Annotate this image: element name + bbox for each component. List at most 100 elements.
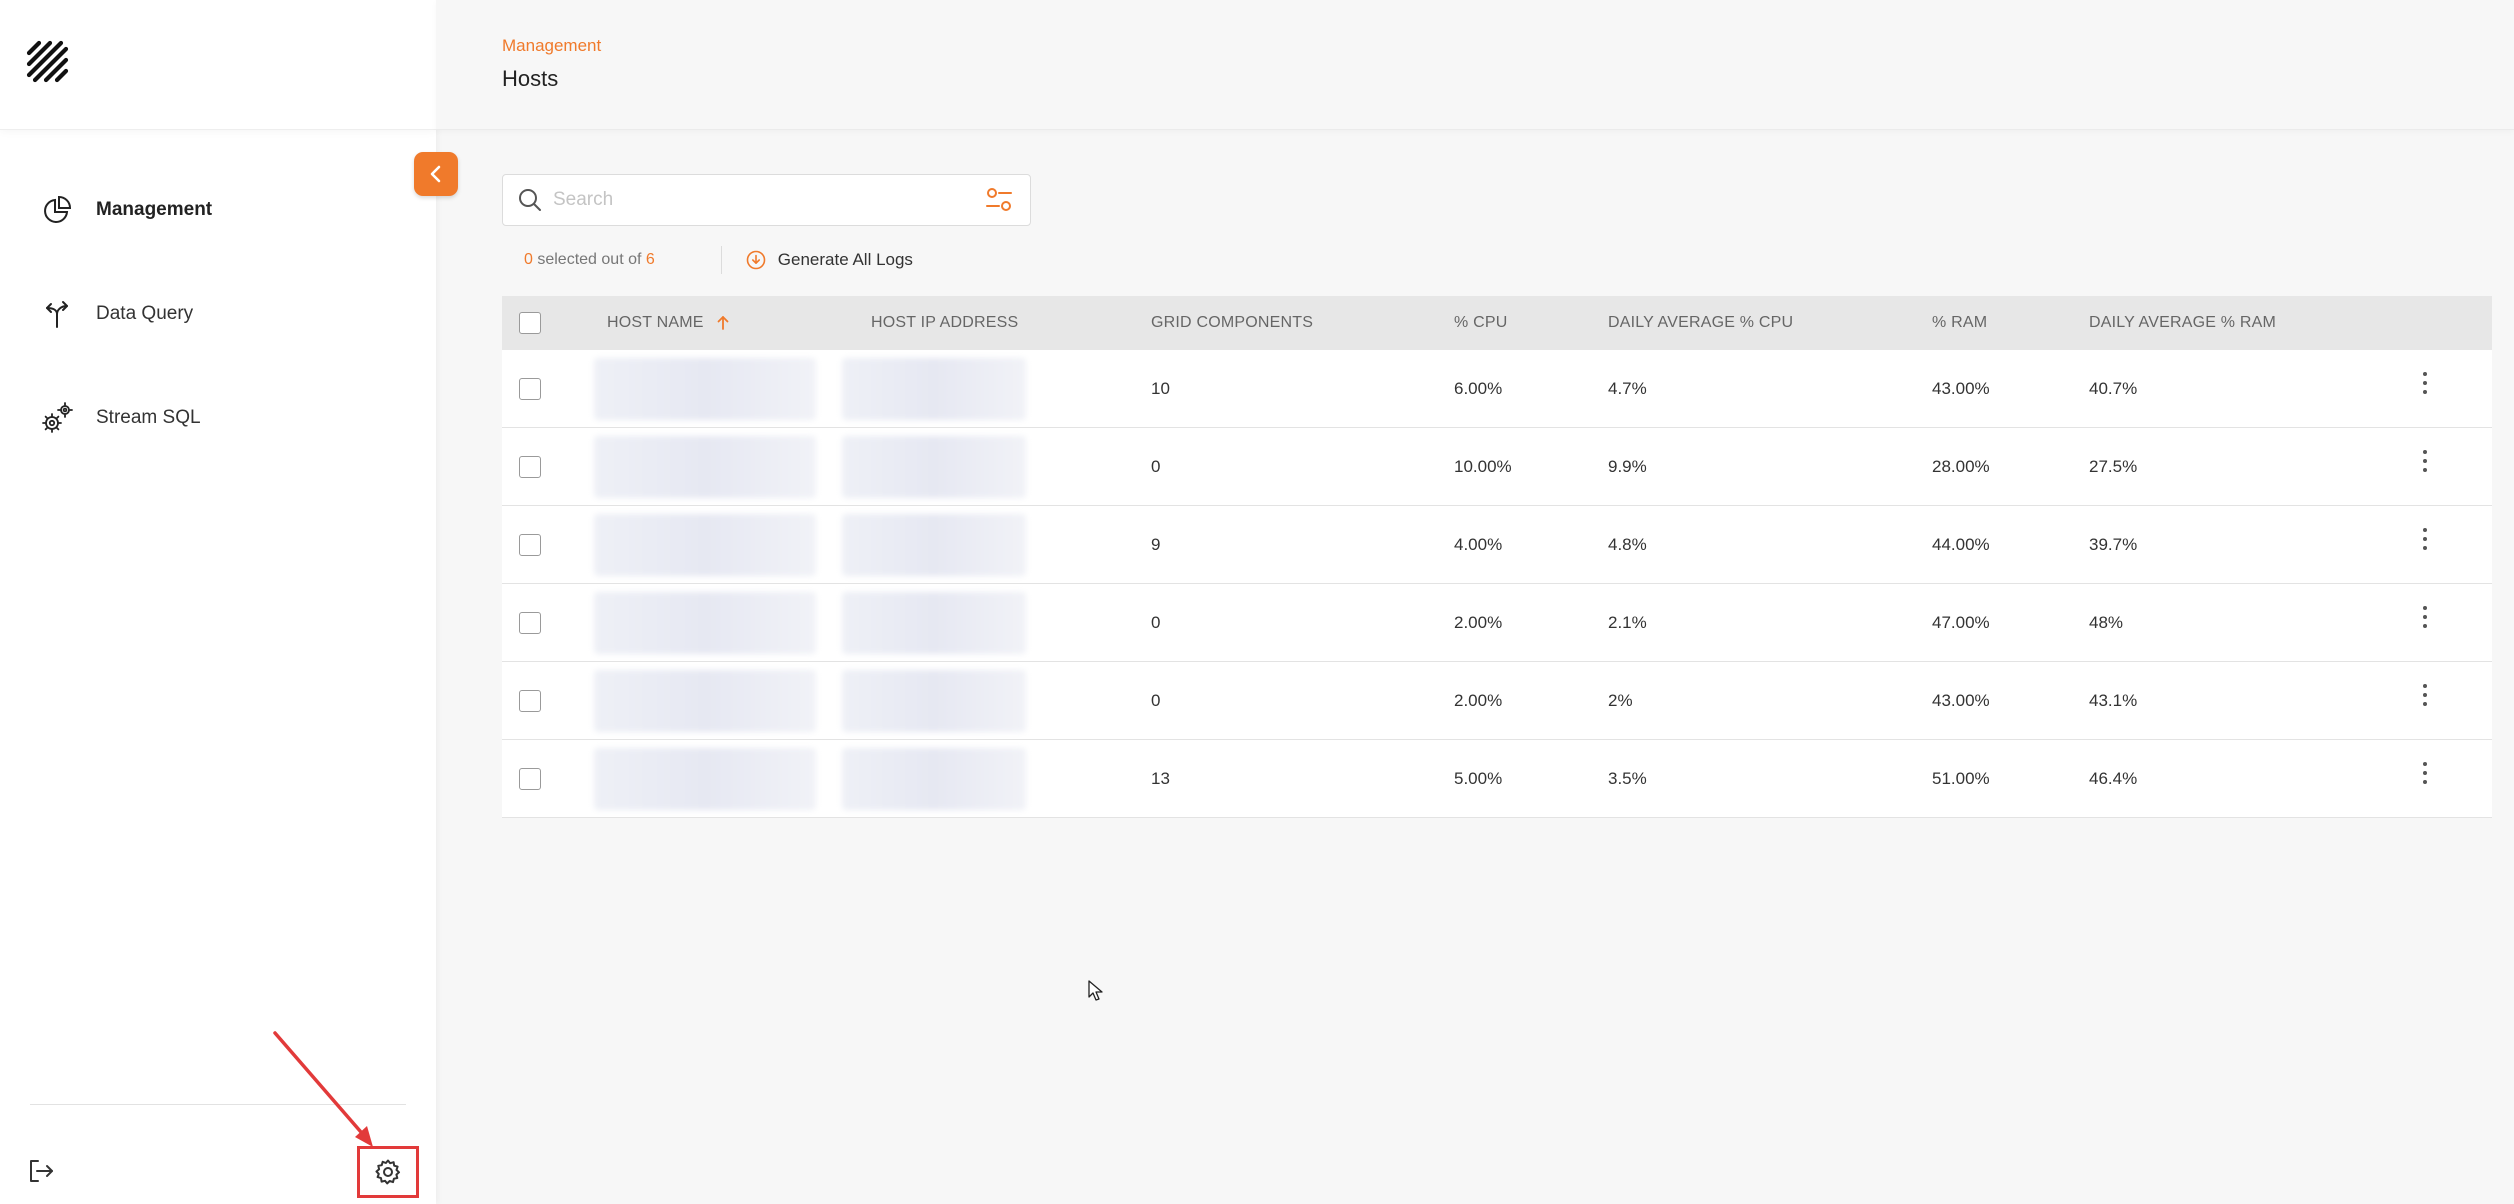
daily-avg-cpu-cell: 2% — [1608, 691, 1633, 710]
collapse-sidebar-button[interactable] — [414, 152, 458, 196]
annotation-arrow — [273, 1031, 373, 1147]
column-header-host-ip[interactable]: HOST IP ADDRESS — [871, 296, 1018, 350]
sidebar-item-stream-sql[interactable]: Stream SQL — [0, 388, 436, 448]
daily-avg-ram-cell: 43.1% — [2089, 691, 2138, 710]
row-actions-button[interactable] — [2422, 422, 2428, 500]
sidebar-nav: Management Data Query Stream SQL — [0, 180, 436, 492]
column-header-daily-avg-ram[interactable]: DAILY AVERAGE % RAM — [2089, 296, 2276, 350]
hosts-table: HOST NAME HOST IP ADDRESS GRID COMPONENT… — [502, 296, 2492, 818]
sidebar-item-label: Management — [96, 199, 213, 220]
search-box — [502, 174, 1031, 226]
select-all-cell — [519, 296, 541, 350]
selected-count: 0 — [524, 251, 533, 268]
grid-components-cell: 0 — [1151, 691, 1161, 710]
generate-all-logs-button[interactable]: Generate All Logs — [746, 250, 913, 270]
grid-components-cell: 10 — [1151, 379, 1170, 398]
row-checkbox[interactable] — [519, 690, 541, 712]
row-actions-button[interactable] — [2422, 344, 2428, 422]
table-row[interactable]: 10 6.00% 4.7% 43.00% 40.7% — [502, 350, 2492, 428]
host-name-redacted — [594, 436, 816, 498]
logo-icon — [26, 40, 69, 83]
column-header-ram[interactable]: % RAM — [1932, 296, 1987, 350]
gear-icon — [375, 1159, 400, 1185]
host-name-redacted — [594, 592, 816, 654]
search-icon — [519, 189, 541, 211]
sidebar-logo-area — [0, 0, 436, 130]
download-circle-icon — [746, 250, 766, 270]
row-checkbox[interactable] — [519, 378, 541, 400]
row-select-cell — [519, 350, 541, 428]
daily-avg-cpu-cell: 3.5% — [1608, 769, 1647, 788]
total-count: 6 — [645, 251, 655, 268]
daily-avg-ram-cell: 46.4% — [2089, 769, 2138, 788]
kebab-menu-icon — [2422, 606, 2428, 628]
table-row[interactable]: 9 4.00% 4.8% 44.00% 39.7% — [502, 506, 2492, 584]
row-actions-button[interactable] — [2422, 656, 2428, 734]
host-ip-redacted — [842, 436, 1026, 498]
host-ip-redacted — [842, 670, 1026, 732]
table-row[interactable]: 0 2.00% 2% 43.00% 43.1% — [502, 662, 2492, 740]
host-ip-redacted — [842, 514, 1026, 576]
select-all-checkbox[interactable] — [519, 312, 541, 334]
mouse-cursor-icon — [1088, 980, 1103, 1001]
grid-components-cell: 9 — [1151, 535, 1161, 554]
sidebar-item-management[interactable]: Management — [0, 180, 436, 240]
column-header-grid-components[interactable]: GRID COMPONENTS — [1151, 296, 1313, 350]
sidebar-item-data-query[interactable]: Data Query — [0, 284, 436, 344]
host-ip-redacted — [842, 748, 1026, 810]
cpu-cell: 2.00% — [1454, 613, 1503, 632]
cpu-cell: 2.00% — [1454, 691, 1503, 710]
host-name-redacted — [594, 358, 816, 420]
row-select-cell — [519, 662, 541, 740]
breadcrumb[interactable]: Management — [502, 36, 601, 56]
row-select-cell — [519, 584, 541, 662]
ram-cell: 43.00% — [1932, 379, 1990, 398]
cpu-cell: 6.00% — [1454, 379, 1503, 398]
row-checkbox[interactable] — [519, 768, 541, 790]
selection-middle-text: selected out of — [532, 251, 646, 268]
host-name-redacted — [594, 748, 816, 810]
search-input[interactable] — [553, 189, 984, 211]
host-name-redacted — [594, 514, 816, 576]
column-header-cpu[interactable]: % CPU — [1454, 296, 1507, 350]
split-arrows-icon — [38, 295, 76, 333]
table-row[interactable]: 13 5.00% 3.5% 51.00% 46.4% — [502, 740, 2492, 818]
daily-avg-ram-cell: 40.7% — [2089, 379, 2138, 398]
row-select-cell — [519, 506, 541, 584]
row-checkbox[interactable] — [519, 456, 541, 478]
column-header-daily-avg-cpu[interactable]: DAILY AVERAGE % CPU — [1608, 296, 1793, 350]
column-header-host-name[interactable]: HOST NAME — [607, 296, 730, 350]
grid-components-cell: 0 — [1151, 613, 1161, 632]
cpu-cell: 10.00% — [1454, 457, 1512, 476]
kebab-menu-icon — [2422, 528, 2428, 550]
daily-avg-cpu-cell: 4.7% — [1608, 379, 1647, 398]
row-select-cell — [519, 740, 541, 818]
table-body: 10 6.00% 4.7% 43.00% 40.7% 0 10.00% 9.9%… — [502, 350, 2492, 818]
filter-icon[interactable] — [984, 185, 1014, 215]
row-checkbox[interactable] — [519, 612, 541, 634]
row-actions-button[interactable] — [2422, 734, 2428, 812]
chevron-left-icon — [430, 165, 441, 183]
row-checkbox[interactable] — [519, 534, 541, 556]
daily-avg-ram-cell: 27.5% — [2089, 457, 2138, 476]
logout-icon[interactable] — [26, 1156, 56, 1186]
table-row[interactable]: 0 2.00% 2.1% 47.00% 48% — [502, 584, 2492, 662]
selection-bar: 0 selected out of 6 Generate All Logs — [524, 246, 913, 274]
grid-components-cell: 13 — [1151, 769, 1170, 788]
cpu-cell: 5.00% — [1454, 769, 1503, 788]
row-actions-button[interactable] — [2422, 578, 2428, 656]
cpu-cell: 4.00% — [1454, 535, 1503, 554]
pie-chart-icon — [38, 191, 76, 229]
generate-all-logs-label: Generate All Logs — [777, 250, 913, 269]
sidebar-item-label: Stream SQL — [96, 407, 201, 428]
kebab-menu-icon — [2422, 372, 2428, 394]
host-ip-redacted — [842, 358, 1026, 420]
selection-divider — [720, 246, 722, 274]
ram-cell: 47.00% — [1932, 613, 1990, 632]
sort-ascending-icon — [717, 316, 729, 330]
ram-cell: 43.00% — [1932, 691, 1990, 710]
row-actions-button[interactable] — [2422, 500, 2428, 578]
daily-avg-ram-cell: 39.7% — [2089, 535, 2138, 554]
table-row[interactable]: 0 10.00% 9.9% 28.00% 27.5% — [502, 428, 2492, 506]
host-ip-redacted — [842, 592, 1026, 654]
